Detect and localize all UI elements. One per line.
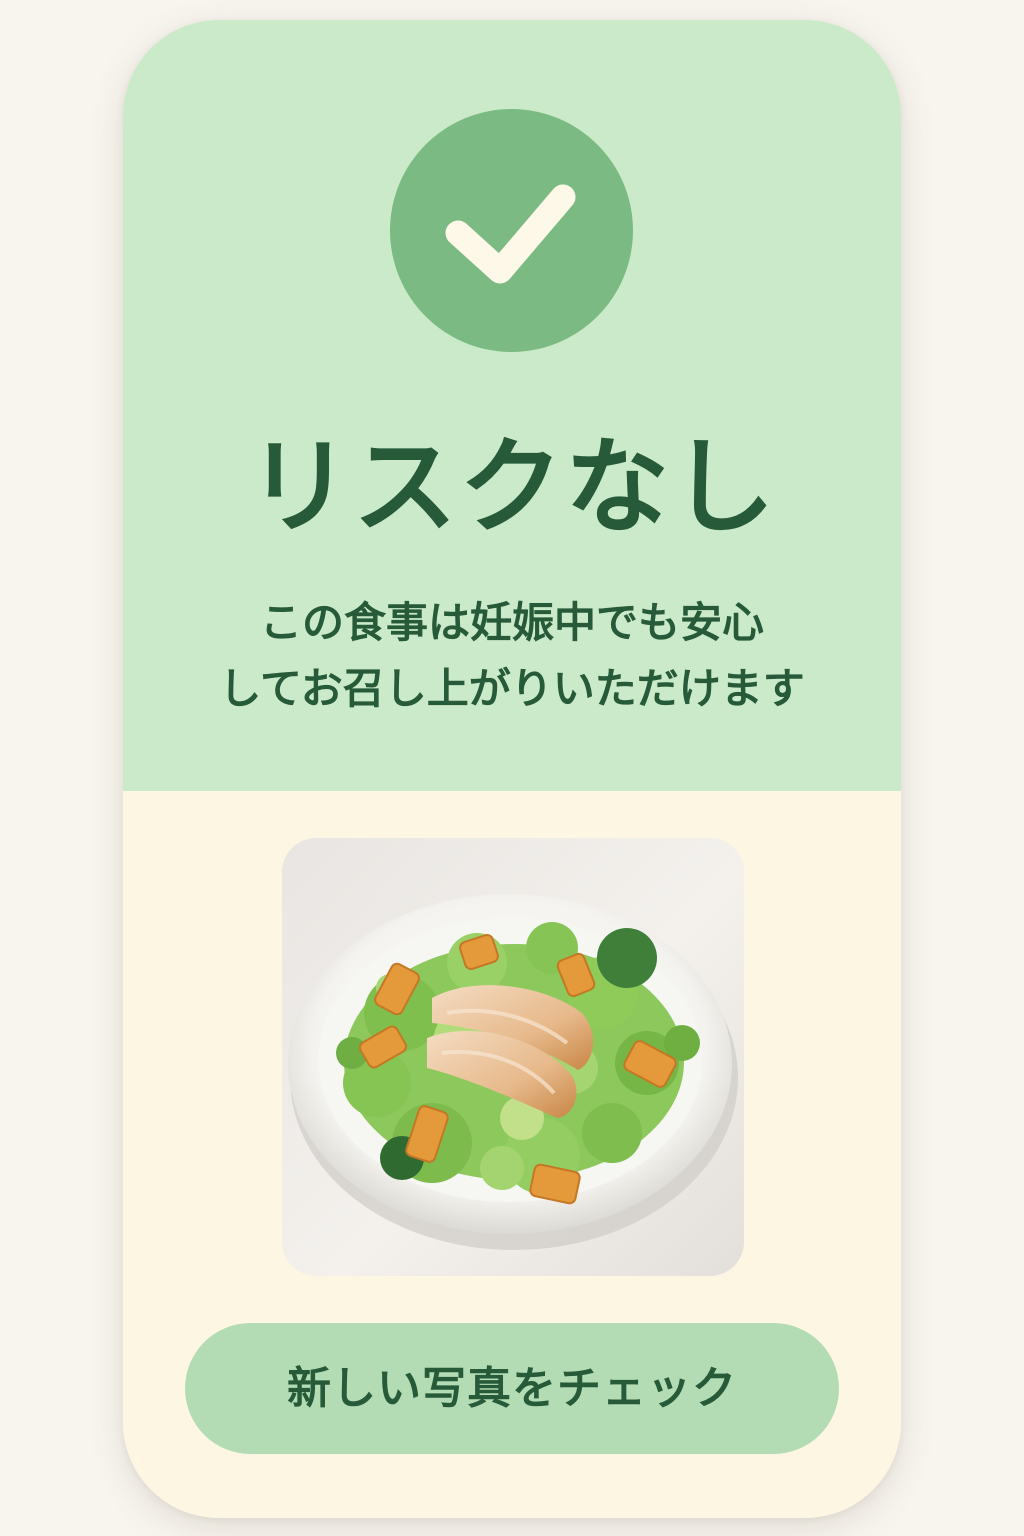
salad-image bbox=[288, 894, 738, 1250]
meal-photo bbox=[282, 838, 744, 1276]
result-title: リスクなし bbox=[246, 426, 777, 548]
result-message-line-2: してお召し上がりいただけます bbox=[219, 664, 805, 713]
result-header-panel: リスクなし この食事は妊娠中でも安心 してお召し上がりいただけます bbox=[123, 20, 901, 791]
result-message-line-1: この食事は妊娠中でも安心 bbox=[259, 598, 764, 647]
check-new-photo-button[interactable]: 新しい写真をチェック bbox=[185, 1323, 839, 1454]
meal-panel: 新しい写真をチェック bbox=[123, 791, 901, 1518]
check-badge bbox=[390, 109, 633, 352]
check-icon bbox=[445, 184, 576, 284]
result-card: リスクなし この食事は妊娠中でも安心 してお召し上がりいただけます 新しい写真を… bbox=[123, 20, 901, 1518]
result-message: この食事は妊娠中でも安心 してお召し上がりいただけます bbox=[163, 590, 861, 722]
